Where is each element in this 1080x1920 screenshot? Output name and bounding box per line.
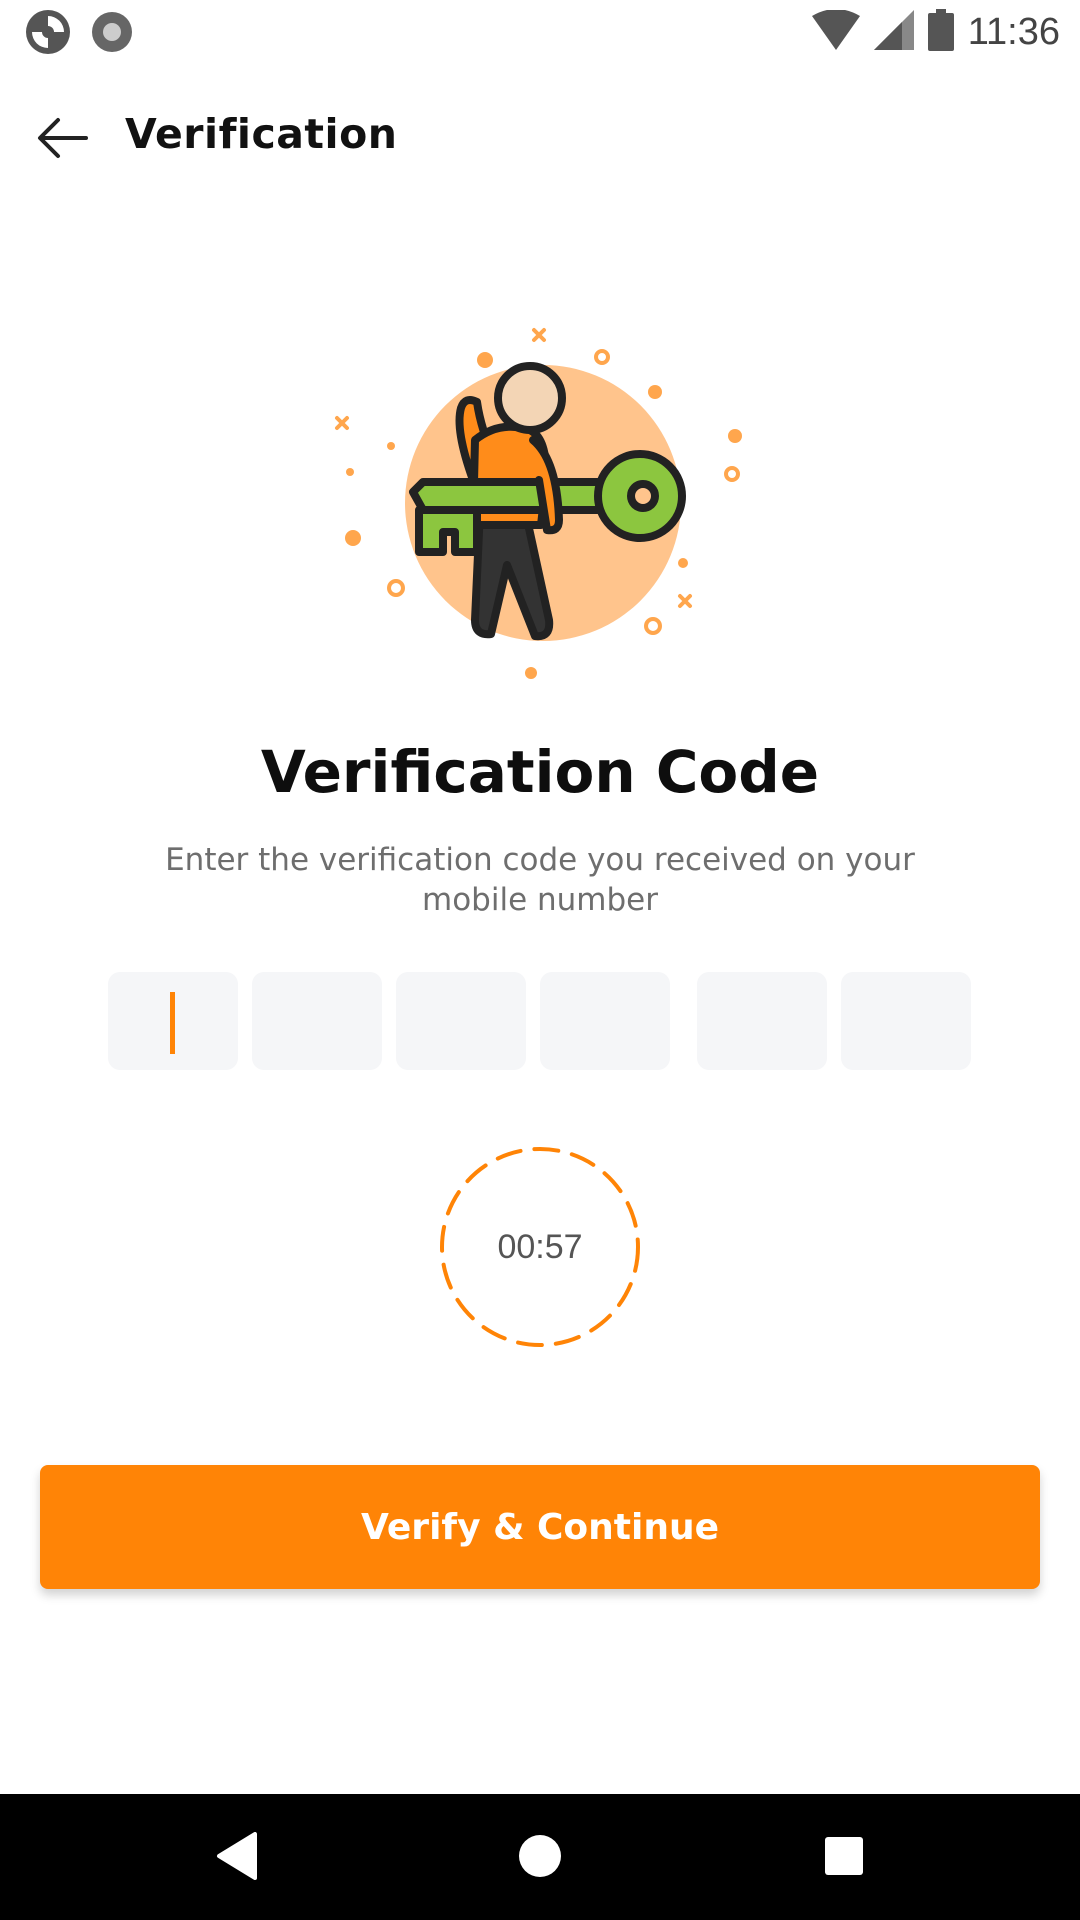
signal-icon [873,10,914,54]
otp-digit-2[interactable] [252,972,382,1070]
arrow-left-icon [36,116,88,164]
subtitle: Enter the verification code you received… [165,842,915,918]
otp-digit-5[interactable] [697,972,827,1070]
status-bar: 11:36 [0,0,1080,66]
verify-continue-button[interactable]: Verify & Continue [40,1465,1040,1589]
nav-recents-button[interactable] [812,1826,876,1890]
back-triangle-icon [215,1832,259,1884]
back-button[interactable] [30,108,94,172]
app-bar: Verification [0,80,1080,192]
home-circle-icon [517,1833,563,1883]
wifi-icon [811,9,860,54]
battery-icon [927,9,954,55]
timer-value: 00:57 [497,1227,583,1266]
person-holding-key-illustration [325,320,755,690]
clock-time: 11:36 [967,10,1060,53]
nav-back-button[interactable] [205,1826,269,1890]
record-icon [90,10,134,58]
countdown-timer: 00:57 [438,1145,642,1349]
system-navigation-bar [0,1794,1080,1920]
otp-digit-1[interactable] [108,972,238,1070]
app-sync-icon [24,8,72,60]
page-title: Verification [125,110,398,158]
headline: Verification Code [260,738,820,806]
nav-home-button[interactable] [508,1826,572,1890]
recents-square-icon [823,1835,865,1881]
otp-digit-3[interactable] [396,972,526,1070]
otp-input-group [0,972,1080,1072]
otp-digit-6[interactable] [841,972,971,1070]
otp-digit-4[interactable] [540,972,670,1070]
